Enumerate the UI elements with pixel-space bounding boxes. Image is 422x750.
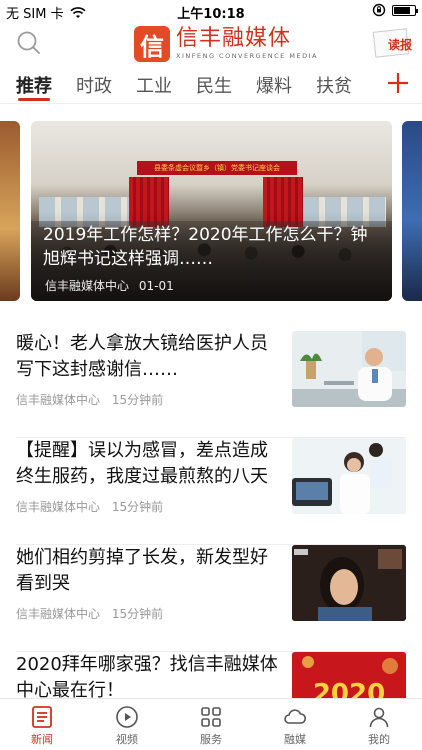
nav-services-label: 服务 — [200, 733, 222, 746]
news-source: 信丰融媒体中心 — [16, 393, 101, 407]
nav-media[interactable]: 融媒 — [265, 705, 325, 747]
logo-text: 信丰融媒体 XINFENG CONVERGENCE MEDIA — [176, 28, 318, 60]
nav-media-label: 融媒 — [284, 733, 306, 746]
nav-services[interactable]: 服务 — [181, 705, 241, 747]
plus-icon — [388, 73, 408, 93]
read-paper-button[interactable]: 读报 — [372, 28, 414, 58]
tab-breaking[interactable]: 爆料 — [256, 72, 292, 98]
rotation-lock-icon — [372, 3, 386, 17]
tab-livelihood[interactable]: 民生 — [196, 72, 232, 98]
status-time: 上午10:18 — [177, 7, 245, 22]
news-time: 15分钟前 — [111, 607, 164, 621]
news-source: 信丰融媒体中心 — [16, 500, 101, 514]
news-time: 15分钟前 — [111, 500, 164, 514]
news-title: 2020拜年哪家强？找信丰融媒体中心最在行！ — [16, 654, 278, 701]
add-channel-button[interactable] — [384, 66, 412, 100]
play-circle-icon — [116, 706, 138, 728]
news-title: 她们相约剪掉了长发，新发型好看到哭 — [16, 547, 268, 594]
banner-meta: 信丰融媒体中心 01-01 — [45, 277, 174, 294]
search-icon — [17, 31, 40, 54]
news-title: 【提醒】误以为感冒，差点造成终生服药，我度过最煎熬的八天 — [16, 440, 268, 487]
tab-recommend[interactable]: 推荐 — [16, 72, 52, 98]
news-item[interactable]: 暖心！老人拿放大镜给医护人员写下这封感谢信…… 信丰融媒体中心 15分钟前 — [16, 331, 406, 438]
banner-title: 2019年工作怎样？2020年工作怎么干？钟旭辉书记这样强调…… — [43, 225, 368, 269]
news-thumbnail — [292, 438, 406, 514]
news-item[interactable]: 【提醒】误以为感冒，差点造成终生服药，我度过最煎熬的八天 信丰融媒体中心 15分… — [16, 438, 406, 545]
logo-mark: 信 — [134, 26, 170, 62]
news-meta: 信丰融媒体中心 15分钟前 — [16, 498, 163, 515]
news-thumbnail — [292, 545, 406, 621]
cloud-icon — [284, 709, 307, 724]
news-thumbnail — [292, 331, 406, 407]
banner-source: 信丰融媒体中心 — [45, 279, 130, 293]
person-icon — [369, 707, 389, 728]
grid-icon — [201, 707, 221, 727]
news-item[interactable]: 她们相约剪掉了长发，新发型好看到哭 信丰融媒体中心 15分钟前 — [16, 545, 406, 652]
tab-politics[interactable]: 时政 — [76, 72, 112, 98]
status-right — [372, 3, 418, 17]
nav-news[interactable]: 新闻 — [12, 705, 72, 747]
battery-icon — [392, 4, 418, 16]
nav-news-label: 新闻 — [31, 733, 53, 746]
news-meta: 信丰融媒体中心 15分钟前 — [16, 391, 163, 408]
carousel-next-slide[interactable] — [402, 121, 422, 301]
read-paper-label: 读报 — [387, 38, 412, 52]
app-logo: 信 信丰融媒体 XINFENG CONVERGENCE MEDIA — [134, 26, 318, 62]
search-button[interactable] — [16, 30, 42, 56]
carousel-prev-slide[interactable] — [0, 121, 20, 301]
news-list-icon — [32, 706, 52, 728]
status-bar: 无 SIM 卡 上午10:18 — [0, 0, 422, 22]
logo-name: 信丰融媒体 — [176, 26, 292, 52]
banner-date: 01-01 — [138, 279, 174, 293]
active-tab-indicator — [18, 98, 50, 101]
channel-tabs: 推荐 时政 工业 民生 爆料 扶贫 — [0, 64, 422, 104]
headline-banner[interactable]: 县委条虚会议暨乡（镇）党委书记座谈会 2019年工作怎样？2020年工作怎么干？… — [31, 121, 392, 301]
tab-poverty-relief[interactable]: 扶贫 — [316, 72, 352, 98]
tab-industry[interactable]: 工业 — [136, 72, 172, 98]
stage-banner-text: 县委条虚会议暨乡（镇）党委书记座谈会 — [137, 161, 297, 175]
app-header: 信 信丰融媒体 XINFENG CONVERGENCE MEDIA 读报 — [0, 22, 422, 64]
nav-profile-label: 我的 — [368, 733, 390, 746]
nav-profile[interactable]: 我的 — [349, 705, 409, 747]
battery-level — [394, 6, 410, 14]
nav-video-label: 视频 — [116, 733, 138, 746]
logo-subtitle: XINFENG CONVERGENCE MEDIA — [176, 52, 318, 61]
news-title: 暖心！老人拿放大镜给医护人员写下这封感谢信…… — [16, 333, 268, 380]
nav-video[interactable]: 视频 — [97, 705, 157, 747]
news-source: 信丰融媒体中心 — [16, 607, 101, 621]
news-meta: 信丰融媒体中心 15分钟前 — [16, 605, 163, 622]
news-time: 15分钟前 — [111, 393, 164, 407]
bottom-navigation: 新闻 视频 服务 融媒 我的 — [0, 698, 422, 750]
